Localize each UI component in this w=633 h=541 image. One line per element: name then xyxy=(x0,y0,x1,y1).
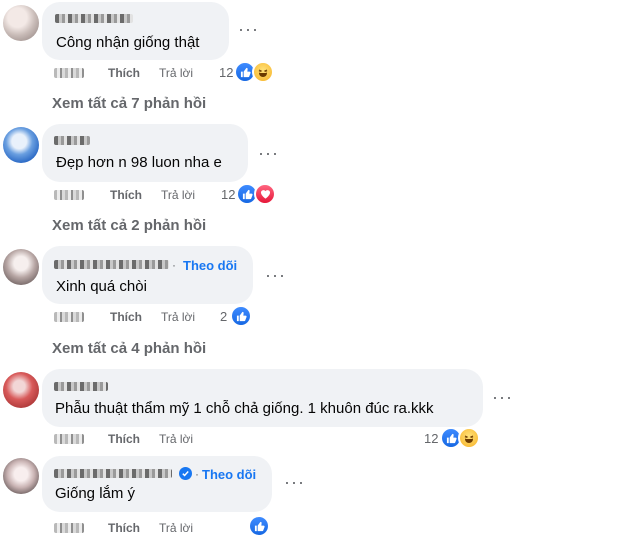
verified-badge-icon xyxy=(179,467,192,480)
reply-button[interactable]: Trả lời xyxy=(161,310,195,324)
like-icon xyxy=(230,305,252,327)
follow-button[interactable]: Theo dõi xyxy=(183,258,237,273)
more-options-icon[interactable]: ··· xyxy=(284,473,305,491)
comment-bubble: · Theo dõi Giống lắm ý xyxy=(42,456,272,512)
comment-text: Công nhận giống thật xyxy=(56,34,200,51)
like-button[interactable]: Thích xyxy=(110,188,142,202)
timestamp[interactable] xyxy=(54,68,84,78)
like-button[interactable]: Thích xyxy=(110,310,142,324)
more-options-icon[interactable]: ··· xyxy=(265,266,286,284)
separator-dot: · xyxy=(172,258,176,272)
like-button[interactable]: Thích xyxy=(108,521,140,535)
view-replies-link[interactable]: Xem tất cả 4 phản hồi xyxy=(52,340,206,357)
separator-dot: · xyxy=(195,467,199,481)
timestamp[interactable] xyxy=(54,523,84,533)
avatar[interactable] xyxy=(3,372,39,408)
more-options-icon[interactable]: ··· xyxy=(492,388,513,406)
reaction-count[interactable]: 12 xyxy=(219,65,233,80)
comment-bubble: Phẫu thuật thẩm mỹ 1 chỗ chả giống. 1 kh… xyxy=(42,369,483,427)
comment-bubble: Công nhận giống thật xyxy=(42,2,229,60)
haha-icon xyxy=(252,61,274,83)
more-options-icon[interactable]: ··· xyxy=(258,144,279,162)
author-name[interactable] xyxy=(55,14,133,23)
reply-button[interactable]: Trả lời xyxy=(159,521,193,535)
timestamp[interactable] xyxy=(54,190,84,200)
like-button[interactable]: Thích xyxy=(108,66,140,80)
view-replies-link[interactable]: Xem tất cả 7 phản hồi xyxy=(52,95,206,112)
haha-icon xyxy=(458,427,480,449)
like-button[interactable]: Thích xyxy=(108,432,140,446)
reaction-count[interactable]: 12 xyxy=(424,431,438,446)
timestamp[interactable] xyxy=(54,312,84,322)
follow-button[interactable]: Theo dõi xyxy=(202,467,256,482)
reaction-count[interactable]: 12 xyxy=(221,187,235,202)
author-name[interactable] xyxy=(54,382,108,391)
more-options-icon[interactable]: ··· xyxy=(238,20,259,38)
comment-text: Đẹp hơn n 98 luon nha e xyxy=(56,154,222,171)
avatar[interactable] xyxy=(3,458,39,494)
reply-button[interactable]: Trả lời xyxy=(159,66,193,80)
view-replies-link[interactable]: Xem tất cả 2 phản hồi xyxy=(52,217,206,234)
timestamp[interactable] xyxy=(54,434,84,444)
comment-bubble: · Theo dõi Xinh quá chòi xyxy=(42,246,253,304)
comment-text: Phẫu thuật thẩm mỹ 1 chỗ chả giống. 1 kh… xyxy=(55,400,434,417)
author-name[interactable] xyxy=(54,469,172,478)
comment-bubble: Đẹp hơn n 98 luon nha e xyxy=(42,124,248,182)
like-icon xyxy=(248,515,270,537)
comment-text: Giống lắm ý xyxy=(55,485,136,502)
avatar[interactable] xyxy=(3,5,39,41)
love-icon xyxy=(254,183,276,205)
avatar[interactable] xyxy=(3,127,39,163)
reply-button[interactable]: Trả lời xyxy=(161,188,195,202)
reply-button[interactable]: Trả lời xyxy=(159,432,193,446)
author-name[interactable] xyxy=(54,260,169,269)
reaction-count[interactable]: 2 xyxy=(220,309,227,324)
avatar[interactable] xyxy=(3,249,39,285)
comment-text: Xinh quá chòi xyxy=(56,278,147,295)
author-name[interactable] xyxy=(54,136,90,145)
